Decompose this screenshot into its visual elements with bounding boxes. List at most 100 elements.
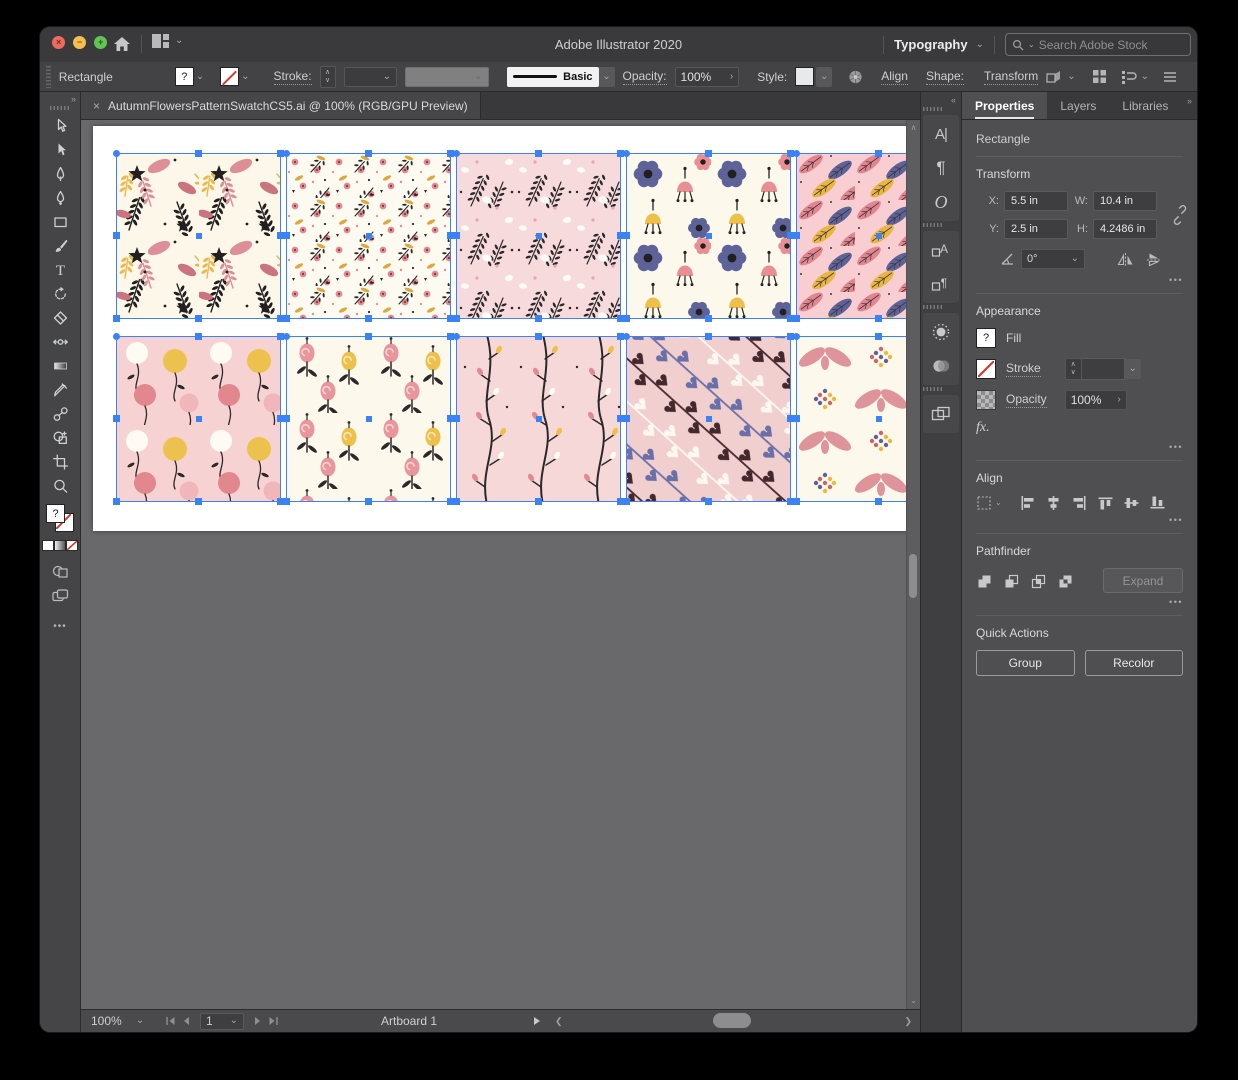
selection-handle[interactable]: [365, 150, 372, 157]
selection-handle[interactable]: [113, 315, 120, 322]
horizontal-scrollbar[interactable]: ❮ ❯: [551, 1010, 916, 1032]
selection-handle[interactable]: [705, 498, 712, 505]
more-options-icon[interactable]: •••: [976, 593, 1183, 611]
brush-dropdown-button[interactable]: ⌄: [599, 67, 615, 87]
rectangle-tool[interactable]: [45, 210, 75, 234]
edit-toolbar-icon[interactable]: •••: [53, 621, 67, 632]
opacity-label[interactable]: Opacity:: [623, 69, 667, 85]
selection-handle[interactable]: [283, 415, 290, 422]
fill-color-control[interactable]: ? ⌄: [175, 67, 204, 86]
previous-artboard-button[interactable]: [182, 1016, 190, 1026]
eraser-tool[interactable]: [45, 306, 75, 330]
selection-handle[interactable]: [535, 150, 542, 157]
scroll-left-icon[interactable]: ❮: [551, 1016, 567, 1027]
exclude-button[interactable]: [1057, 573, 1074, 589]
swatch-feather-leaves[interactable]: [796, 153, 909, 319]
selection-handle[interactable]: [283, 498, 290, 505]
align-bottom-button[interactable]: [1149, 495, 1166, 511]
stroke-weight-dropdown[interactable]: ⌄: [344, 67, 397, 87]
selection-handle[interactable]: [113, 150, 120, 157]
none-button[interactable]: [66, 540, 78, 551]
align-top-button[interactable]: [1097, 495, 1114, 511]
recolor-artwork-icon[interactable]: [848, 69, 863, 85]
selection-handle[interactable]: [453, 315, 460, 322]
status-bar-menu-button[interactable]: [533, 1016, 541, 1026]
selection-handle[interactable]: [623, 315, 630, 322]
more-options-icon[interactable]: •••: [976, 438, 1183, 456]
selection-handle[interactable]: [623, 333, 630, 340]
arrange-documents-button[interactable]: ⌄: [152, 34, 183, 48]
selection-handle[interactable]: [195, 333, 202, 340]
close-window-button[interactable]: ×: [52, 36, 65, 49]
stroke-color-control[interactable]: ⌄: [220, 67, 249, 86]
swatch-autumn-leaves[interactable]: [116, 153, 281, 319]
zoom-tool[interactable]: [45, 474, 75, 498]
isolate-object-control[interactable]: ⌄: [1046, 70, 1075, 84]
align-right-button[interactable]: [1071, 495, 1088, 511]
expand-panels-icon[interactable]: «: [951, 92, 961, 105]
stock-search-input[interactable]: ⌄ Search Adobe Stock: [1005, 33, 1191, 56]
flip-horizontal-button[interactable]: [1117, 252, 1134, 267]
tab-properties[interactable]: Properties: [962, 92, 1047, 119]
recolor-button[interactable]: Recolor: [1085, 650, 1184, 676]
rotation-angle-dropdown[interactable]: 0° ⌄: [1021, 249, 1085, 269]
selection-handle[interactable]: [453, 232, 460, 239]
brush-definition-control[interactable]: Basic ⌄: [507, 67, 615, 87]
stroke-swatch[interactable]: [976, 359, 996, 379]
flip-vertical-button[interactable]: [1146, 252, 1163, 267]
scroll-down-icon[interactable]: ⌄: [910, 996, 917, 1005]
blend-tool[interactable]: [45, 402, 75, 426]
next-artboard-button[interactable]: [254, 1016, 262, 1026]
last-artboard-button[interactable]: [268, 1016, 279, 1026]
selection-handle[interactable]: [195, 498, 202, 505]
selection-handle[interactable]: [535, 498, 542, 505]
selection-handle[interactable]: [535, 315, 542, 322]
selection-handle[interactable]: [453, 498, 460, 505]
selection-handle[interactable]: [793, 333, 800, 340]
canvas[interactable]: ∧ ⌄: [81, 120, 920, 1009]
selection-handle[interactable]: [113, 333, 120, 340]
expand-tools-icon[interactable]: »: [71, 92, 80, 104]
minimize-window-button[interactable]: −: [73, 36, 86, 49]
selection-handle[interactable]: [623, 150, 630, 157]
selection-handle[interactable]: [283, 315, 290, 322]
selection-handle[interactable]: [113, 232, 120, 239]
selection-handle[interactable]: [875, 150, 882, 157]
stroke-weight-label[interactable]: Stroke:: [274, 69, 312, 85]
swatch-ditsy-floral[interactable]: [286, 153, 451, 319]
selection-handle[interactable]: [793, 232, 800, 239]
selection-handle[interactable]: [365, 333, 372, 340]
opacity-field[interactable]: 100% ›: [1065, 390, 1127, 410]
panel-group-drag-handle[interactable]: [923, 305, 943, 309]
scroll-up-icon[interactable]: ∧: [911, 123, 917, 132]
stroke-weight-value[interactable]: [1082, 358, 1125, 380]
workspace-arrange-control[interactable]: ⌄: [1121, 70, 1149, 84]
selection-handle[interactable]: [283, 150, 290, 157]
selection-handle[interactable]: [705, 150, 712, 157]
tab-layers[interactable]: Layers: [1047, 92, 1109, 119]
selection-handle[interactable]: [535, 333, 542, 340]
paragraph-panel-button[interactable]: ¶: [925, 151, 957, 185]
selection-handle[interactable]: [453, 333, 460, 340]
fill-indicator[interactable]: ?: [46, 504, 65, 523]
opacity-label[interactable]: Opacity: [1006, 392, 1047, 408]
swatch-sprigs[interactable]: [456, 153, 621, 319]
stroke-weight-stepper[interactable]: ∧∨: [1065, 358, 1082, 380]
panel-drag-handle[interactable]: [46, 66, 51, 88]
stroke-weight-dropdown-button[interactable]: ⌄: [1125, 359, 1141, 379]
change-screen-mode-button[interactable]: [45, 583, 75, 607]
selection-handle[interactable]: [365, 498, 372, 505]
selection-handle[interactable]: [453, 415, 460, 422]
swatch-branch-buds[interactable]: [456, 336, 621, 502]
artboards-panel-button[interactable]: [925, 397, 957, 431]
selection-tool[interactable]: [45, 114, 75, 138]
eyedropper-tool[interactable]: [45, 378, 75, 402]
selection-handle[interactable]: [283, 333, 290, 340]
opacity-swatch[interactable]: [976, 390, 996, 410]
selection-handle[interactable]: [283, 232, 290, 239]
close-tab-icon[interactable]: ×: [93, 99, 100, 113]
selection-handle[interactable]: [875, 315, 882, 322]
horizontal-scroll-thumb[interactable]: [713, 1013, 751, 1028]
drawing-modes-button[interactable]: [45, 559, 75, 583]
home-button[interactable]: [110, 33, 134, 55]
